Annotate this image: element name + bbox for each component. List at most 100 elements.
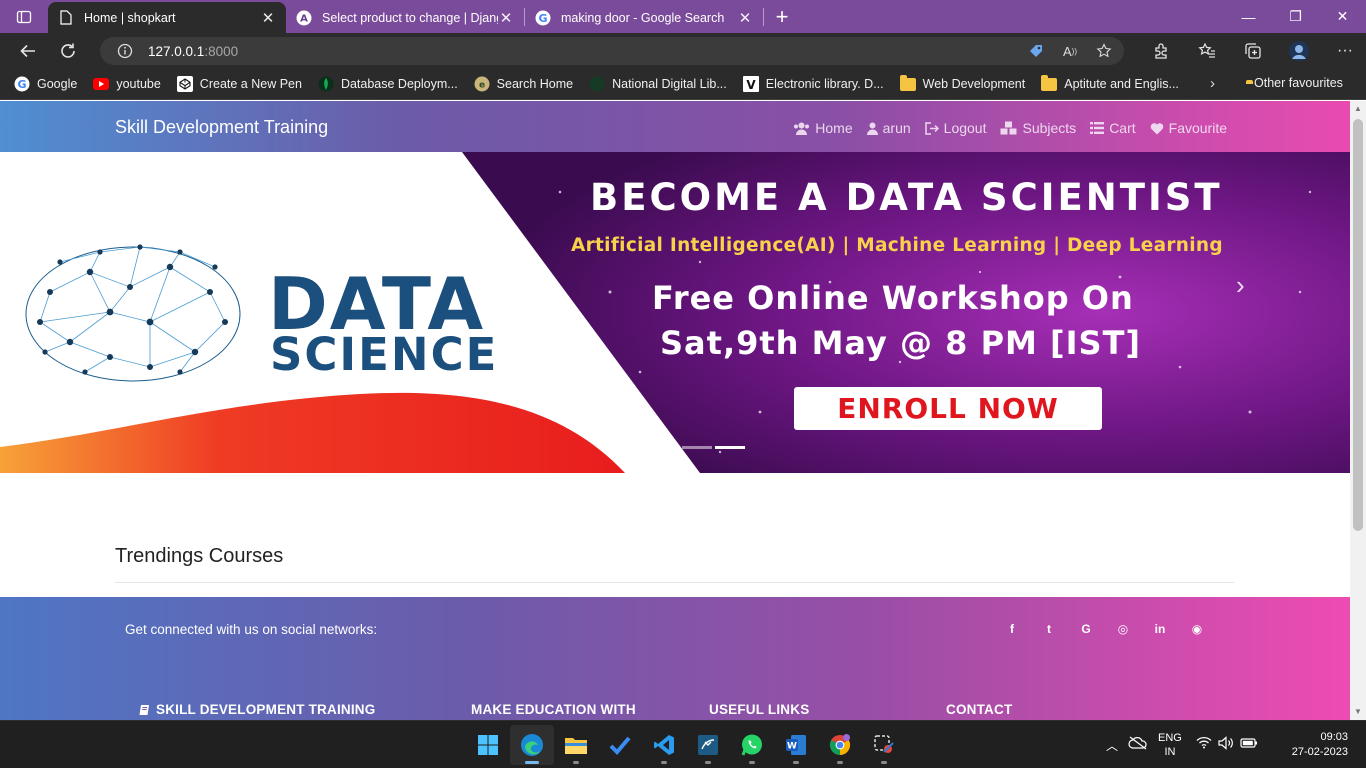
coupon-tag-icon[interactable] (1026, 41, 1046, 61)
collections-icon[interactable] (1230, 33, 1276, 69)
system-tray: ︿ ENG IN 09:03 27-02-2023 (1106, 721, 1348, 769)
running-indicator (881, 761, 887, 764)
extensions-icon[interactable] (1138, 33, 1184, 69)
add-favourite-icon[interactable] (1094, 41, 1114, 61)
carousel-indicator[interactable] (682, 446, 712, 449)
clock-date: 27-02-2023 (1291, 746, 1348, 758)
favourite-item[interactable]: G Google (14, 76, 77, 92)
favourite-label: National Digital Lib... (612, 77, 727, 91)
site-info-icon[interactable] (114, 40, 136, 62)
running-indicator (837, 761, 843, 764)
chevron-right-icon[interactable]: › (1210, 75, 1215, 92)
browser-tab-strip: Home | shopkart ✕ A Select product to ch… (0, 0, 1366, 33)
word-icon[interactable]: W (774, 725, 818, 765)
favourite-item[interactable]: youtube (93, 76, 161, 92)
social-links: f t G ◎ in ◉ (1003, 620, 1206, 638)
github-icon[interactable]: ◉ (1188, 620, 1206, 638)
favourite-item[interactable]: V Electronic library. D... (742, 76, 884, 92)
refresh-icon[interactable] (48, 33, 88, 69)
restore-icon[interactable]: ❐ (1272, 0, 1319, 33)
carousel-next-icon[interactable]: › (1236, 270, 1245, 301)
favourite-label: Search Home (496, 77, 574, 91)
todo-icon[interactable] (598, 725, 642, 765)
nav-logout[interactable]: Logout (924, 120, 986, 136)
clock-time: 09:03 (1320, 731, 1348, 743)
back-icon[interactable] (8, 33, 48, 69)
clock[interactable]: 09:03 27-02-2023 (1284, 730, 1348, 760)
vlib-icon: V (742, 76, 759, 92)
linkedin-icon[interactable]: in (1151, 620, 1169, 638)
snipping-tool-icon[interactable] (862, 725, 906, 765)
new-tab-button[interactable]: + (764, 4, 800, 30)
other-favourites[interactable]: Other favourites (1246, 76, 1343, 90)
url-field[interactable]: 127.0.0.1:8000 A)) (100, 37, 1124, 65)
tab-title: Home | shopkart (84, 10, 176, 25)
cubes-icon (1000, 121, 1017, 135)
favourite-item[interactable]: Create a New Pen (176, 76, 302, 92)
nav-favourite[interactable]: Favourite (1150, 120, 1227, 136)
instagram-icon[interactable]: ◎ (1114, 620, 1132, 638)
django-icon: A (296, 10, 312, 26)
google-icon[interactable]: G (1077, 620, 1095, 638)
favourite-item[interactable]: Database Deploym... (318, 76, 458, 92)
start-icon[interactable] (466, 725, 510, 765)
codepen-icon (176, 76, 193, 92)
close-tab-icon[interactable]: ✕ (260, 9, 276, 27)
read-aloud-icon[interactable]: A)) (1060, 41, 1080, 61)
file-explorer-icon[interactable] (554, 725, 598, 765)
edge-icon[interactable] (510, 725, 554, 765)
favourite-label: Aptitute and Englis... (1064, 77, 1179, 91)
onedrive-off-icon[interactable] (1128, 736, 1148, 755)
favourite-item[interactable]: Web Development (899, 74, 1025, 92)
close-window-icon[interactable]: ✕ (1319, 0, 1366, 33)
tab-django-admin[interactable]: A Select product to change | Djang ✕ (286, 2, 524, 33)
language-indicator[interactable]: ENG IN (1158, 731, 1182, 759)
favourite-label: Create a New Pen (199, 77, 302, 91)
svg-text:G: G (538, 12, 547, 25)
close-tab-icon[interactable]: ✕ (498, 9, 514, 27)
profile-avatar[interactable] (1276, 33, 1322, 69)
facebook-icon[interactable]: f (1003, 620, 1021, 638)
scrollbar-thumb[interactable] (1353, 119, 1363, 531)
web-page: Skill Development Training Home arun Log… (0, 101, 1350, 720)
favourites-icon[interactable] (1184, 33, 1230, 69)
users-icon (794, 122, 810, 135)
nav-links: Home arun Logout Subjects Cart Favourite (793, 120, 1227, 136)
site-brand[interactable]: Skill Development Training (115, 117, 328, 138)
page-scrollbar[interactable]: ▲ ▼ (1350, 101, 1366, 720)
svg-text:A: A (300, 13, 308, 24)
chrome-icon[interactable] (818, 725, 862, 765)
nav-favourite-label: Favourite (1168, 120, 1227, 136)
minimize-icon[interactable]: — (1225, 0, 1272, 33)
favourite-item[interactable]: Aptitute and Englis... (1041, 74, 1179, 92)
scroll-up-icon[interactable]: ▲ (1350, 101, 1366, 117)
favourite-item[interactable]: e Search Home (474, 76, 573, 92)
carousel-indicator-active[interactable] (715, 446, 745, 449)
nav-subjects-label: Subjects (1022, 120, 1077, 136)
nav-user[interactable]: arun (866, 120, 911, 136)
mysql-workbench-icon[interactable] (686, 725, 730, 765)
favourite-label: Electronic library. D... (765, 77, 884, 91)
tab-actions-icon[interactable] (0, 0, 48, 33)
nav-cart[interactable]: Cart (1090, 120, 1136, 136)
vscode-icon[interactable] (642, 725, 686, 765)
battery-icon[interactable] (1240, 736, 1258, 754)
settings-more-icon[interactable]: ··· (1322, 33, 1366, 69)
close-tab-icon[interactable]: ✕ (737, 9, 753, 27)
favourite-item[interactable]: National Digital Lib... (589, 76, 727, 92)
whatsapp-icon[interactable] (730, 725, 774, 765)
footer-col-title: USEFUL LINKS (709, 702, 810, 717)
wifi-icon[interactable] (1196, 736, 1212, 754)
favourite-label: Database Deploym... (340, 77, 458, 91)
nav-subjects[interactable]: Subjects (1000, 120, 1076, 136)
twitter-icon[interactable]: t (1040, 620, 1058, 638)
banner-tags: Artificial Intelligence(AI) | Machine Le… (571, 235, 1223, 256)
enroll-now-button[interactable]: ENROLL NOW (794, 387, 1102, 430)
tab-home-shopkart[interactable]: Home | shopkart ✕ (48, 2, 286, 33)
scroll-down-icon[interactable]: ▼ (1350, 704, 1366, 720)
nav-home[interactable]: Home (793, 120, 853, 136)
tab-google-search[interactable]: G making door - Google Search ✕ (525, 2, 763, 33)
lang-code: ENG (1158, 732, 1182, 744)
chevron-up-icon[interactable]: ︿ (1106, 737, 1118, 754)
volume-icon[interactable] (1218, 735, 1234, 755)
